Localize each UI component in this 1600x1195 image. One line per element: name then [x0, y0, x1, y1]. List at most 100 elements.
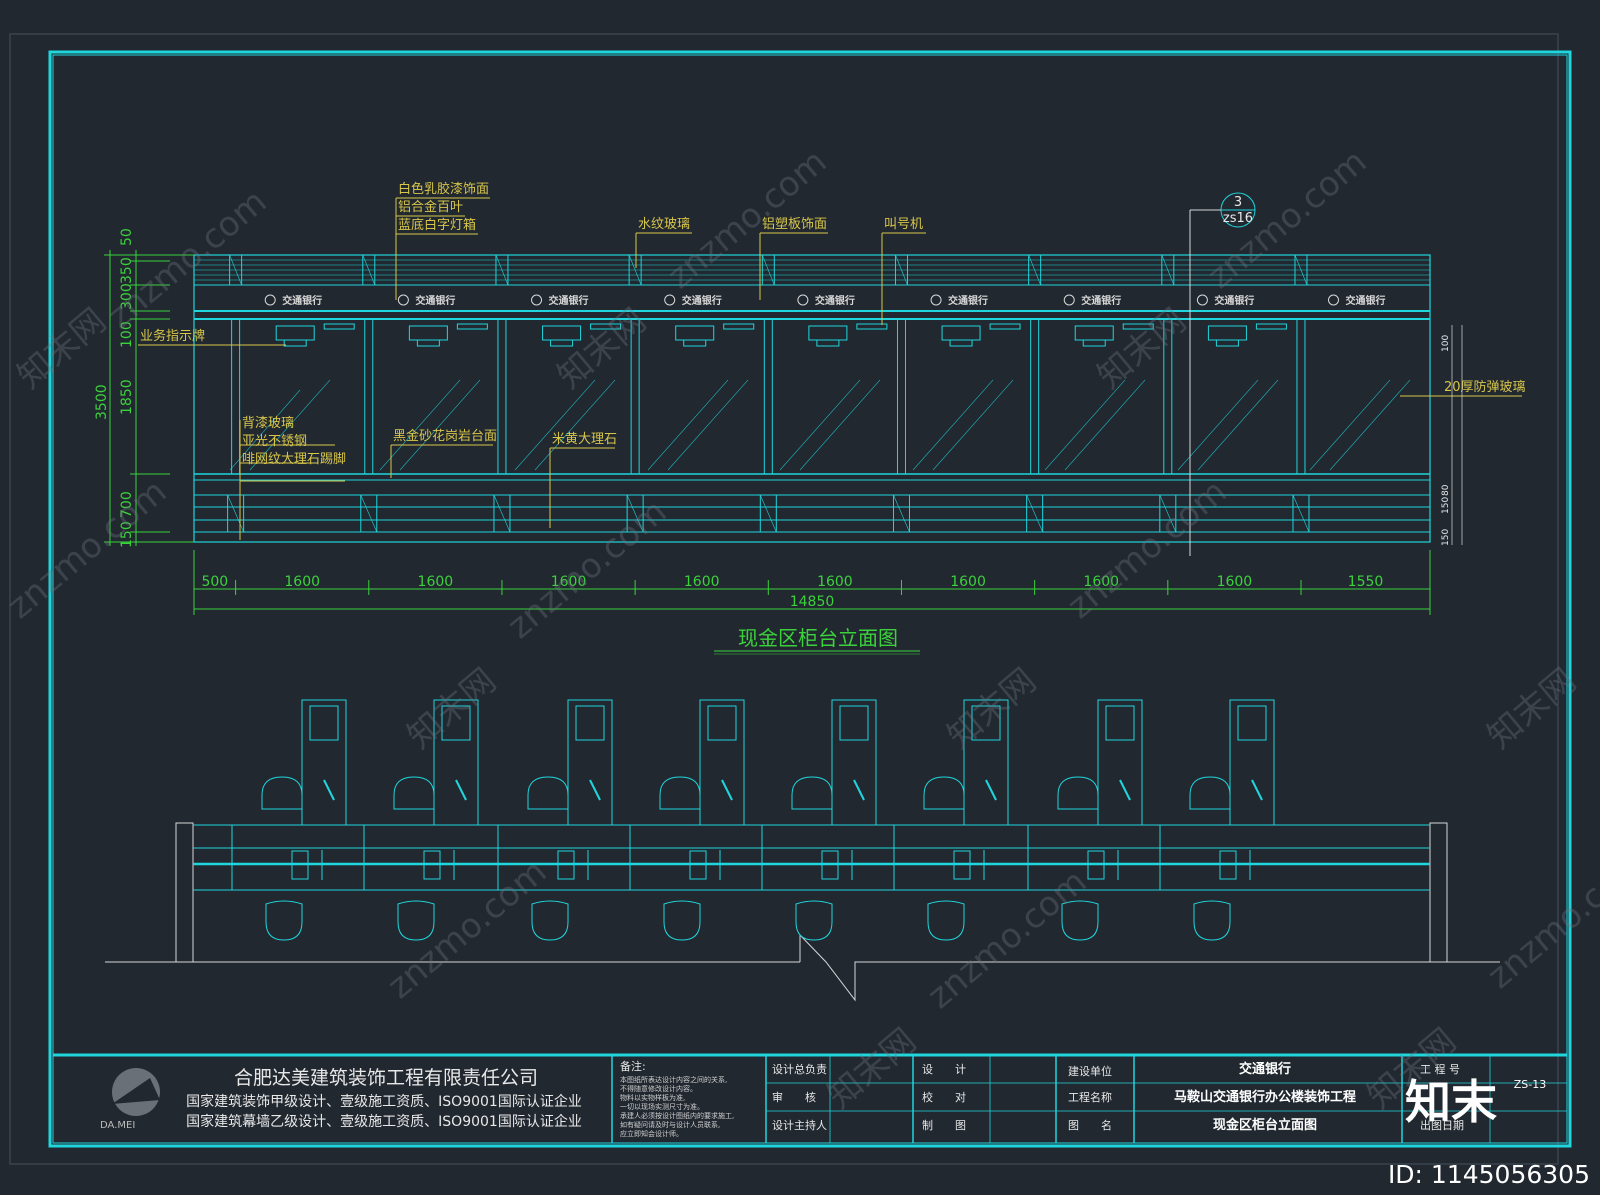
teller-chair	[1057, 776, 1099, 810]
booth-pen	[455, 779, 467, 801]
teller-monitor	[408, 325, 448, 341]
note-line-1: 本图纸所表达设计内容之间的关系,	[620, 1075, 727, 1084]
label-project: 工程名称	[1068, 1090, 1112, 1104]
callout-water-glass: 水纹玻璃	[638, 217, 690, 232]
bank-logo-icon	[1196, 294, 1208, 306]
bank-logo-icon	[264, 294, 276, 306]
teller-monitor-base	[1082, 339, 1106, 347]
customer-chair	[795, 900, 833, 941]
client-value: 交通银行	[1239, 1061, 1291, 1077]
teller-chair	[393, 776, 435, 810]
booth-pen	[985, 779, 997, 801]
bank-logo-icon	[1063, 294, 1075, 306]
note-line-6: 如有疑问请及时与设计人员联系,	[620, 1120, 720, 1129]
label-drawing-name: 图 名	[1068, 1118, 1112, 1132]
teller-chair	[1189, 776, 1231, 810]
teller-monitor-base	[283, 339, 307, 347]
booth-pen	[1119, 779, 1131, 801]
teller-chair	[527, 776, 569, 810]
bank-logo: 交通银行	[682, 294, 722, 307]
base-hatch	[893, 494, 910, 533]
queue-display	[456, 323, 488, 330]
label-check: 校 对	[922, 1090, 966, 1104]
teller-chair	[261, 776, 303, 810]
bank-logo: 交通银行	[415, 294, 455, 307]
hdim-label: 1600	[684, 574, 720, 590]
watermark-logo: 知末	[1405, 1075, 1497, 1129]
teller-chair	[791, 776, 833, 810]
customer-chair	[531, 900, 569, 941]
teller-monitor	[808, 325, 848, 341]
note-line-2: 不得随意修改设计内容。	[620, 1084, 697, 1093]
watermark-brand: 知末网	[10, 301, 114, 397]
teller-booth	[1097, 699, 1143, 826]
sheet-number: ZS-13	[1514, 1078, 1546, 1091]
bank-logo: 交通银行	[815, 294, 855, 307]
watermark-brand: 知末网	[940, 661, 1044, 757]
booth-pen	[721, 779, 733, 801]
note-line-5: 承建人必须按设计图纸内的要求施工,	[620, 1111, 734, 1120]
callout-top-left-2: 铝合金百叶	[398, 199, 463, 215]
hdim-label: 1600	[1217, 574, 1253, 590]
counter-plan	[105, 699, 1500, 1002]
counter-columns	[227, 254, 1310, 533]
base-hatch	[1292, 494, 1310, 533]
booth-pen	[323, 779, 335, 801]
notes-list: 本图纸所表达设计内容之间的关系, 不得随意修改设计内容。 物料以实物样板为准, …	[620, 1075, 734, 1138]
plan-stations	[231, 699, 1275, 941]
queue-display	[723, 323, 755, 330]
label-review: 审 核	[772, 1090, 816, 1104]
teller-monitor-base	[683, 339, 707, 347]
teller-monitor-base	[816, 339, 840, 347]
vdim-0: 50	[119, 228, 135, 246]
teller-monitor	[941, 325, 981, 341]
vdim-total: 3500	[94, 384, 110, 420]
company-name: 合肥达美建筑装饰工程有限责任公司	[234, 1067, 538, 1089]
callout-bulletproof: 20厚防弹玻璃	[1444, 379, 1526, 395]
drawing-name-value: 现金区柜台立面图	[1213, 1117, 1317, 1133]
bank-logo-icon	[397, 294, 409, 306]
callout-left-3: 啡网纹大理石踢脚	[242, 451, 346, 467]
rdim-2: 150	[1441, 497, 1451, 514]
teller-monitor-base	[550, 339, 574, 347]
teller-monitor	[675, 325, 715, 341]
rdim-3: 150	[1441, 529, 1451, 546]
watermark-brand: 知末网	[400, 661, 504, 757]
qualification-1: 国家建筑装饰甲级设计、壹级施工资质、ISO9001国际认证企业	[186, 1093, 582, 1110]
hdim-label: 1600	[418, 574, 454, 590]
teller-booth	[699, 699, 745, 826]
customer-chair	[265, 900, 303, 941]
section-sheet: zs16	[1223, 211, 1253, 226]
cad-drawing: 交通银行 交通银行 交通银行 交通银行 交通银行 交通银行 交通银行 交通银行 交通银行 3 z…	[0, 33, 1600, 1189]
booth-screen	[1105, 705, 1135, 741]
watermark-brand: 知末网	[820, 1021, 924, 1117]
callout-top-left-1: 白色乳胶漆饰面	[398, 181, 489, 197]
bank-logo: 交通银行	[948, 294, 988, 307]
bank-logo-icon	[797, 294, 809, 306]
teller-monitor	[1074, 325, 1114, 341]
project-value: 马鞍山交通银行办公楼装饰工程	[1174, 1089, 1356, 1105]
watermark-text: znzmo.com	[0, 472, 174, 627]
teller-monitor	[275, 325, 315, 341]
booth-screen	[839, 705, 869, 741]
bank-logo-icon	[930, 294, 942, 306]
teller-booth	[567, 699, 613, 826]
title-block: DA.MEI 合肥达美建筑装饰工程有限责任公司 国家建筑装饰甲级设计、壹级施工资…	[53, 1053, 1567, 1143]
watermark-id: ID: 1145056305	[1388, 1160, 1590, 1189]
right-dimensions: 100 80 150 150	[1441, 325, 1463, 546]
teller-monitor-base	[949, 339, 973, 347]
callout-top-left-3: 蓝底白字灯箱	[398, 217, 476, 233]
note-line-3: 物料以实物样板为准,	[620, 1093, 685, 1102]
booth-screen	[309, 705, 339, 741]
base-hatch	[1026, 494, 1043, 533]
hdim-label: 1600	[284, 574, 320, 590]
watermark-text: znzmo.com	[920, 862, 1094, 1017]
booth-screen	[575, 705, 605, 741]
company-logo: DA.MEI	[100, 1068, 160, 1131]
bank-logo-icon	[531, 294, 543, 306]
watermark-brand: 知末网	[1090, 301, 1194, 397]
callout-marble: 米黄大理石	[552, 432, 617, 447]
base-hatch	[760, 494, 777, 533]
callout-left-1: 背漆玻璃	[242, 415, 294, 431]
teller-booth	[1229, 699, 1275, 826]
